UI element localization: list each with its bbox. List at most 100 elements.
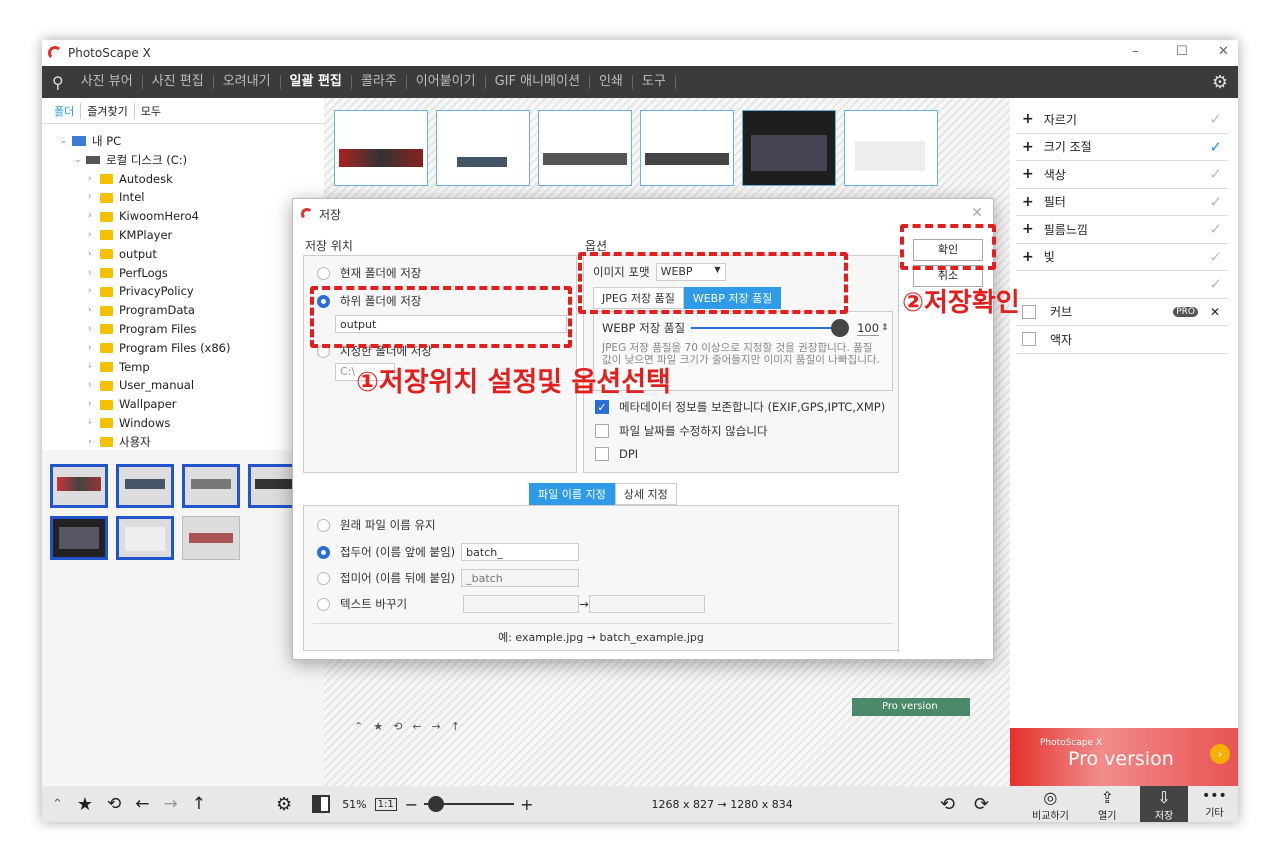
- keep-date-option[interactable]: 파일 날짜를 수정하지 않습니다: [595, 423, 768, 439]
- tab-all[interactable]: 모두: [135, 103, 167, 119]
- menu-gif[interactable]: GIF 애니메이션: [486, 75, 590, 89]
- filter-item-hidden[interactable]: ✓: [1016, 271, 1228, 299]
- radio-button[interactable]: [317, 518, 330, 532]
- up-arrow-icon[interactable]: ↑: [192, 794, 206, 814]
- chevron-right-icon[interactable]: ›: [88, 207, 100, 226]
- radio-button[interactable]: [317, 571, 330, 585]
- dialog-close-icon[interactable]: ✕: [971, 205, 983, 221]
- tree-folder-item[interactable]: › Windows: [88, 414, 324, 433]
- maximize-button[interactable]: ☐: [1176, 44, 1188, 59]
- replace-from-input[interactable]: [463, 595, 580, 613]
- menu-print[interactable]: 인쇄: [590, 75, 633, 89]
- rotate-right-icon[interactable]: ⟳: [974, 794, 989, 815]
- batch-thumbnail[interactable]: [50, 464, 108, 508]
- tab-favorites[interactable]: 즐겨찾기: [81, 102, 135, 119]
- save-button[interactable]: ⇩ 저장: [1140, 786, 1188, 822]
- batch-thumbnail[interactable]: [116, 464, 174, 508]
- preview-thumbnail[interactable]: [742, 110, 836, 186]
- tree-folder-item[interactable]: › Wallpaper: [88, 395, 324, 414]
- menu-photo-viewer[interactable]: 사진 뷰어: [72, 75, 143, 89]
- split-view-icon[interactable]: [312, 795, 331, 813]
- radio-button[interactable]: [317, 545, 330, 559]
- filter-item-color[interactable]: + 색상 ✓: [1016, 161, 1228, 189]
- checkbox-checked[interactable]: ✓: [595, 400, 609, 414]
- pro-version-banner[interactable]: PhotoScape X Pro version ›: [1010, 728, 1238, 786]
- star-icon[interactable]: ★: [77, 794, 93, 815]
- filter-item-filter[interactable]: + 필터 ✓: [1016, 189, 1228, 216]
- tab-folder[interactable]: 폴더: [48, 102, 82, 119]
- batch-thumbnail[interactable]: [182, 464, 240, 508]
- zoom-out-icon[interactable]: −: [405, 795, 418, 814]
- tree-pc[interactable]: ⌄ 내 PC: [60, 132, 324, 151]
- zoom-slider[interactable]: [424, 796, 515, 812]
- minimize-button[interactable]: –: [1132, 44, 1139, 59]
- replace-to-input[interactable]: [588, 595, 705, 613]
- chevron-down-icon[interactable]: ⌄: [74, 151, 86, 170]
- tab-detail[interactable]: 상세 지정: [614, 483, 677, 505]
- radio-replace-text[interactable]: 텍스트 바꾸기 →: [317, 595, 705, 613]
- preview-thumbnail[interactable]: [538, 110, 632, 186]
- chevron-right-icon[interactable]: ›: [88, 188, 100, 207]
- inner-parent-icon[interactable]: ↑: [451, 720, 460, 738]
- tree-folder-item[interactable]: › KMPlayer: [88, 226, 324, 245]
- inner-pro-strip[interactable]: Pro version: [852, 698, 970, 716]
- other-button[interactable]: ••• 기타: [1202, 788, 1227, 819]
- tree-folder-item[interactable]: › ProgramData: [88, 301, 324, 320]
- filter-item-crop[interactable]: + 자르기 ✓: [1016, 106, 1228, 134]
- inner-back-icon[interactable]: ←: [412, 720, 421, 738]
- curve-checkbox[interactable]: [1022, 304, 1036, 319]
- chevron-down-icon[interactable]: ⌄: [60, 132, 72, 151]
- inner-rotate-icon[interactable]: ⟲: [393, 720, 402, 738]
- filter-item-film[interactable]: + 필름느낌 ✓: [1016, 216, 1228, 244]
- filter-item-curve[interactable]: 커브 PRO ✕: [1016, 299, 1228, 326]
- one-to-one-button[interactable]: 1:1: [374, 797, 397, 811]
- inner-forward-icon[interactable]: →: [432, 720, 441, 738]
- preview-thumbnail[interactable]: [334, 110, 428, 186]
- zoom-in-icon[interactable]: +: [520, 795, 533, 814]
- inner-star-icon[interactable]: ★: [373, 720, 383, 738]
- frame-checkbox[interactable]: [1022, 332, 1036, 347]
- chevron-right-icon[interactable]: ›: [88, 433, 100, 452]
- tree-folder-item[interactable]: › Program Files: [88, 320, 324, 339]
- menu-collage[interactable]: 콜라주: [352, 75, 407, 89]
- batch-thumbnail[interactable]: [116, 516, 174, 560]
- slider-thumb[interactable]: [831, 319, 850, 337]
- tab-file-naming[interactable]: 파일 이름 지정: [529, 483, 615, 505]
- chevron-right-icon[interactable]: ›: [88, 414, 100, 433]
- chevron-right-icon[interactable]: ›: [88, 170, 100, 189]
- preview-thumbnail[interactable]: [640, 110, 734, 186]
- prefix-input[interactable]: [461, 543, 580, 561]
- open-button[interactable]: ⇪ 열기: [1098, 788, 1116, 822]
- preserve-metadata-option[interactable]: ✓ 메타데이터 정보를 보존합니다 (EXIF,GPS,IPTC,XMP): [595, 399, 885, 415]
- chevron-right-icon[interactable]: ›: [88, 264, 100, 283]
- radio-suffix[interactable]: 접미어 (이름 뒤에 붙임): [317, 569, 580, 587]
- chevron-right-icon[interactable]: ›: [88, 358, 100, 377]
- filter-item-resize[interactable]: + 크기 조절 ✓: [1016, 134, 1228, 161]
- preview-thumbnail[interactable]: [436, 110, 530, 186]
- tree-folder-item[interactable]: › Autodesk: [88, 170, 324, 189]
- close-window-button[interactable]: ✕: [1218, 44, 1229, 59]
- search-icon[interactable]: ⚲: [52, 73, 64, 92]
- checkbox[interactable]: [595, 447, 609, 461]
- tree-folder-item[interactable]: › Intel: [88, 188, 324, 207]
- chevron-right-icon[interactable]: ›: [88, 395, 100, 414]
- rotate-left-icon[interactable]: ⟲: [940, 794, 955, 815]
- tree-folder-item[interactable]: › output: [88, 245, 324, 264]
- radio-button[interactable]: [317, 266, 330, 280]
- menu-photo-editor[interactable]: 사진 편집: [143, 75, 214, 89]
- filter-item-light[interactable]: + 빛 ✓: [1016, 244, 1228, 271]
- settings-gear-icon[interactable]: ⚙: [1212, 72, 1228, 93]
- filter-item-frame[interactable]: 액자: [1016, 326, 1228, 354]
- compare-button[interactable]: ◎ 비교하기: [1032, 788, 1069, 822]
- suffix-input[interactable]: [461, 569, 580, 587]
- batch-thumbnail[interactable]: [50, 516, 108, 560]
- batch-thumbnail[interactable]: [182, 516, 240, 560]
- preview-thumbnail[interactable]: [844, 110, 938, 186]
- settings-gear-icon[interactable]: ⚙: [276, 794, 292, 815]
- forward-arrow-icon[interactable]: →: [164, 794, 178, 814]
- tree-folder-item[interactable]: › PerfLogs: [88, 264, 324, 283]
- inner-up-icon[interactable]: ⌃: [354, 720, 363, 738]
- chevron-right-icon[interactable]: ›: [88, 245, 100, 264]
- spinner-icon[interactable]: ⇕: [881, 323, 889, 333]
- collapse-up-icon[interactable]: ⌃: [52, 797, 63, 812]
